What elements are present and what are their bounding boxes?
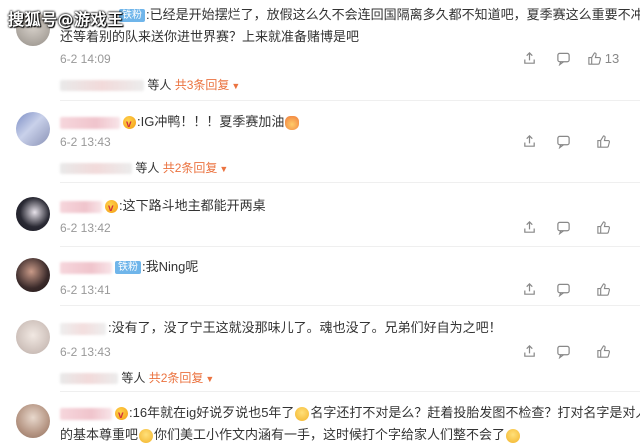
comment-text: :没有了，没了宁王这就没那味儿了。魂也没了。兄弟们好自为之吧！ (60, 317, 632, 339)
share-button[interactable] (512, 50, 546, 67)
comment-date: 6-2 13:42 (60, 221, 111, 235)
smile-emoji-icon (295, 406, 310, 421)
chevron-down-icon: ▼ (219, 163, 229, 174)
comment-button[interactable] (546, 219, 580, 236)
comment-date: 6-2 13:43 (60, 135, 111, 149)
avatar[interactable] (16, 258, 50, 292)
like-button[interactable] (580, 281, 626, 297)
comment-text-line2: 还等着别的队来送你进世界赛？上来就准备赌博是吧 (60, 29, 360, 44)
username[interactable] (60, 116, 120, 129)
comment-text-line2: 的基本尊重吧 你们美工小作文内涵有一手，这时候打个字给家人们整不会了 (60, 424, 632, 446)
comment-item: :16年就在ig好说歹说也5年了名字还打不对是么？赶着投胎发图不检查？打对名字是… (0, 392, 640, 448)
share-icon (523, 345, 535, 358)
reply-summary[interactable]: 等人 共2条回复 ▼ (60, 160, 228, 177)
like-icon (596, 135, 610, 149)
comment-text: 铁粉:我Ning呢 (60, 256, 632, 278)
like-icon (588, 52, 601, 66)
share-icon (523, 283, 535, 296)
comment-text: :这下路斗地主都能开两桌 (60, 195, 632, 220)
comment-date: 6-2 14:09 (60, 52, 111, 66)
comment-icon (556, 346, 570, 360)
comment-date: 6-2 13:41 (60, 283, 111, 297)
reply-usernames (60, 373, 118, 385)
fire-emoji-icon (285, 115, 300, 130)
chevron-down-icon: ▼ (205, 373, 215, 384)
username[interactable] (60, 200, 102, 213)
fan-badge[interactable]: 铁粉 (115, 261, 141, 275)
watermark: 搜狐号@游戏王 (8, 10, 124, 29)
like-count: 13 (604, 50, 620, 66)
share-button[interactable] (512, 219, 546, 235)
comment-item: 铁粉:我Ning呢 6-2 13:41 (0, 247, 640, 305)
like-button[interactable] (580, 219, 626, 235)
like-button[interactable] (580, 343, 626, 359)
reply-usernames (60, 163, 132, 175)
comment-button[interactable] (546, 343, 580, 360)
username[interactable] (60, 261, 112, 274)
comment-icon (556, 222, 570, 236)
reply-usernames (60, 80, 144, 92)
comment-icon (556, 136, 570, 150)
comment-item: :没有了，没了宁王这就没那味儿了。魂也没了。兄弟们好自为之吧！ 6-2 13:4… (0, 306, 640, 390)
share-icon (523, 135, 535, 148)
like-button[interactable]: 13 (580, 50, 626, 67)
comment-date: 6-2 13:43 (60, 345, 111, 359)
share-icon (523, 221, 535, 234)
comment-button[interactable] (546, 50, 580, 67)
smile-emoji-icon (139, 428, 154, 443)
like-button[interactable] (580, 133, 626, 149)
comment-item: :IG冲鸭！！！夏季赛加油 6-2 13:43 等人 共2条回复▼ (0, 101, 640, 181)
share-button[interactable] (512, 343, 546, 359)
reply-total[interactable]: 共2条回复 (163, 161, 218, 175)
reply-summary[interactable]: 等人 共2条回复 ▼ (60, 370, 214, 387)
like-icon (596, 345, 610, 359)
vip-badge-icon (115, 405, 128, 427)
username[interactable] (60, 407, 112, 420)
comment-button[interactable] (546, 281, 580, 298)
username[interactable] (60, 322, 106, 335)
comment-icon (556, 284, 570, 298)
comment-text: :IG冲鸭！！！夏季赛加油 (60, 111, 632, 136)
share-icon (523, 52, 535, 65)
like-icon (596, 221, 610, 235)
comment-button[interactable] (546, 133, 580, 150)
chevron-down-icon: ▼ (231, 80, 241, 91)
vip-badge-icon (123, 114, 136, 136)
smile-emoji-icon (506, 428, 521, 443)
reply-total[interactable]: 共2条回复 (149, 371, 204, 385)
vip-badge-icon (105, 198, 118, 220)
comment-text: 铁粉:已经是开始摆烂了，放假这么久不会连回国隔离多久都不知道吧，夏季赛这么重要不… (60, 4, 640, 26)
comment-text: :16年就在ig好说歹说也5年了名字还打不对是么？赶着投胎发图不检查？打对名字是… (60, 402, 640, 427)
reply-summary[interactable]: 等人 共3条回复 ▼ (60, 77, 240, 94)
like-icon (596, 283, 610, 297)
avatar[interactable] (16, 404, 50, 438)
avatar[interactable] (16, 112, 50, 146)
share-button[interactable] (512, 281, 546, 297)
reply-total[interactable]: 共3条回复 (175, 78, 230, 92)
comment-icon (556, 53, 570, 67)
comment-item: :这下路斗地主都能开两桌 6-2 13:42 (0, 183, 640, 246)
avatar[interactable] (16, 197, 50, 231)
share-button[interactable] (512, 133, 546, 149)
avatar[interactable] (16, 320, 50, 354)
